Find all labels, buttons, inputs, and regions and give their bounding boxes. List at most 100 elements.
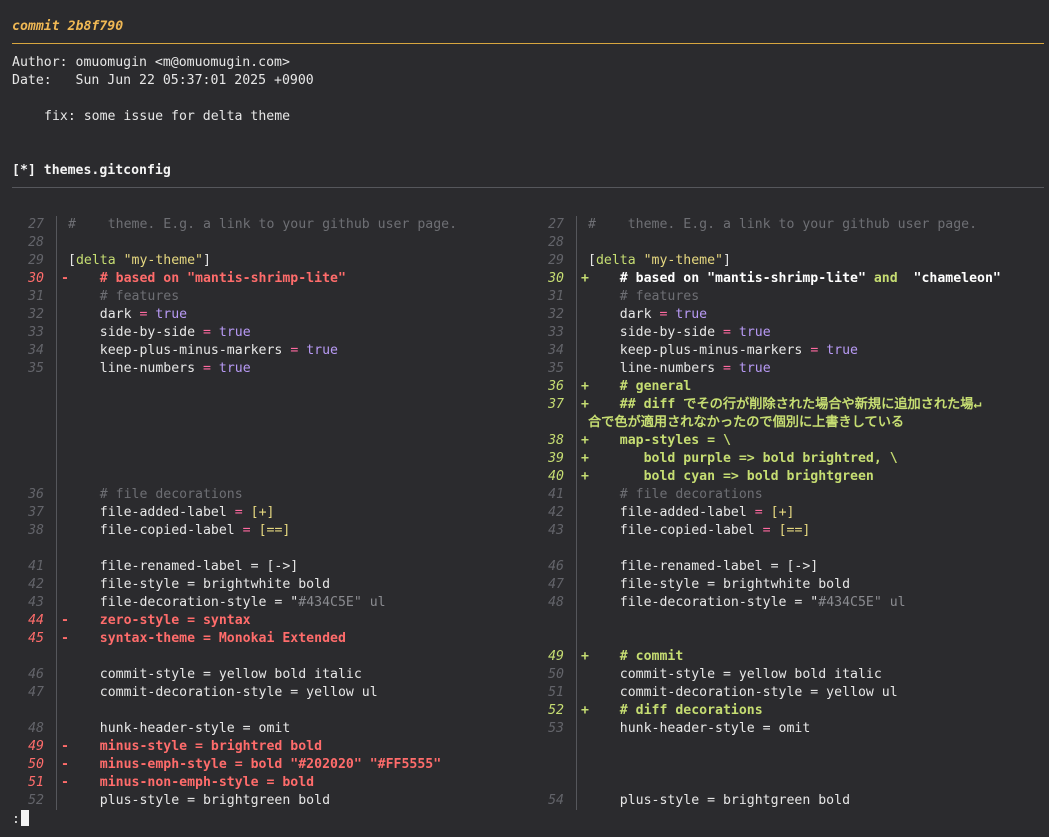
code-token: line-numbers [588,361,723,376]
line-number: 37 [548,397,564,412]
code-content: bold purple => bold brightred, \ [588,450,898,468]
pager-prompt[interactable]: : [12,810,29,828]
diff-line: 49 + # commit [520,648,1049,666]
code-token: = [202,325,211,340]
diff-line: 36 # file decorations [0,486,520,504]
line-number: 33 [28,325,44,340]
diff-left-pane[interactable]: 27 # theme. E.g. a link to your github us… [0,216,520,810]
line-number-separator-left [56,216,57,810]
code-content: side-by-side = true [588,324,771,342]
diff-line: 32 dark = true [520,306,1049,324]
diff-line [0,378,520,396]
code-token: # file decorations [588,487,763,502]
code-content: minus-non-emph-style = bold [68,774,314,792]
code-content: # features [588,288,699,306]
code-token: # features [588,289,700,304]
line-number: 28 [548,235,564,250]
line-number: 51 [548,685,564,700]
line-number: 29 [548,253,564,268]
code-token: [==] [250,523,291,538]
code-token: map-styles = \ [588,433,731,448]
code-token: delta [75,253,124,268]
code-token: file-decoration-style = " [68,595,299,610]
prompt-text: : [12,812,20,827]
line-number: 47 [548,577,564,592]
diff-line [520,774,1049,792]
code-content: commit-decoration-style = yellow ul [588,684,898,702]
code-token: true [818,343,858,358]
code-token: 合で色が適用されなかったので個別に上書きしている [588,415,905,430]
diff-line: 51 commit-decoration-style = yellow ul [520,684,1049,702]
line-number: 50 [28,757,44,772]
diff-line: 45- syntax-theme = Monokai Extended [0,630,520,648]
diff-line: 46 commit-style = yellow bold italic [0,666,520,684]
code-token: = [762,523,771,538]
code-content: minus-style = brightred bold [68,738,322,756]
code-token: [ [68,253,76,268]
diff-line: 48 hunk-header-style = omit [0,720,520,738]
code-token: minus-emph-style = bold "#202020" "#FF55… [68,757,442,772]
code-token: dark [68,307,140,322]
code-content: file-style = brightwhite bold [588,576,850,594]
line-number: 49 [548,649,564,664]
code-content: # commit [588,648,684,666]
diff-line: 28 [520,234,1049,252]
diff-line: 27 # theme. E.g. a link to your github us… [0,216,520,234]
diff-line: 50- minus-emph-style = bold "#202020" "#… [0,756,520,774]
diff-line: 54 plus-style = brightgreen bold [520,792,1049,810]
code-content: [delta "my-theme"] [68,252,211,270]
line-number: 42 [548,505,564,520]
code-content: side-by-side = true [68,324,251,342]
line-number: 47 [28,685,44,700]
diff-line: 27 # theme. E.g. a link to your github us… [520,216,1049,234]
code-token: side-by-side [68,325,203,340]
diff-line: 33 side-by-side = true [520,324,1049,342]
diff-line: 37 + ## diff でその行が削除された場合や新規に追加された場↵ [520,396,1049,414]
code-content: hunk-header-style = omit [68,720,291,738]
line-number: 34 [28,343,44,358]
code-token: minus-style = brightred bold [68,739,323,754]
code-token: bold cyan => bold brightgreen [588,469,874,484]
line-number: 31 [548,289,564,304]
diff-line [520,630,1049,648]
code-token: line-numbers [68,361,203,376]
code-token: bold purple => bold brightred, \ [588,451,898,466]
code-content: line-numbers = true [588,360,771,378]
code-token: file-renamed-label = [->] [588,559,819,574]
line-number: 36 [548,379,564,394]
code-content: # theme. E.g. a link to your github user… [588,216,977,234]
diff-line: 47 file-style = brightwhite bold [520,576,1049,594]
line-number: 27 [548,217,564,232]
line-number: 44 [28,613,44,628]
line-number: 43 [548,523,564,538]
code-token: # theme. E.g. a link to your github user… [588,217,978,232]
diff-line: 29 [delta "my-theme"] [520,252,1049,270]
code-token: # theme. E.g. a link to your github user… [68,217,458,232]
code-token: true [210,361,251,376]
code-token: # commit [588,649,684,664]
diff-file-header: [*] themes.gitconfig [12,163,171,178]
diff-line: 42 file-added-label = [+] [520,504,1049,522]
code-token: true [730,361,771,376]
code-token: = [242,523,251,538]
diff-line: 51- minus-non-emph-style = bold [0,774,520,792]
line-number: 32 [548,307,564,322]
code-content: syntax-theme = Monokai Extended [68,630,346,648]
code-content: # based on "mantis-shrimp-lite" [68,270,346,288]
code-content: minus-emph-style = bold "#202020" "#FF55… [68,756,441,774]
code-token: # general [588,379,692,394]
diff-line: 35 line-numbers = true [520,360,1049,378]
diff-line: 43 file-decoration-style = "#434C5E" ul [0,594,520,612]
code-token: plus-style = brightgreen bold [68,793,331,808]
diff-right-pane[interactable]: 27 # theme. E.g. a link to your github us… [520,216,1049,810]
diff-line: 39 + bold purple => bold brightred, \ [520,450,1049,468]
commit-hash: commit 2b8f790 [12,19,124,34]
code-token: keep-plus-minus-markers [588,343,811,358]
line-number: 38 [548,433,564,448]
code-token: = [234,505,243,520]
code-content: [delta "my-theme"] [588,252,731,270]
line-number: 37 [28,505,44,520]
commit-divider [12,43,1044,44]
diff-line: 43 file-copied-label = [==] [520,522,1049,540]
code-content: keep-plus-minus-markers = true [68,342,338,360]
